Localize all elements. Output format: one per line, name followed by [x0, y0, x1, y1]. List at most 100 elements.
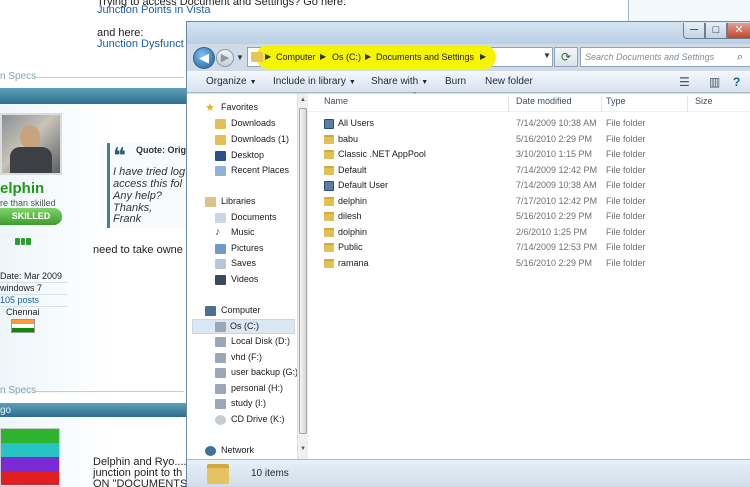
file-row[interactable]: Classic .NET AppPool 3/10/2010 1:15 PM F… [308, 148, 750, 163]
nav-label: Computer [221, 305, 261, 315]
system-specs-link[interactable]: n Specs [0, 385, 36, 396]
help-icon[interactable]: ? [733, 75, 740, 89]
scroll-up-icon[interactable]: ▲ [300, 97, 306, 103]
search-input[interactable]: Search Documents and Settings ⌕ [580, 47, 750, 67]
folder-icon [207, 464, 229, 484]
nav-item-os-c[interactable]: Os (C:) [192, 319, 295, 334]
nav-label: Local Disk (D:) [231, 336, 291, 346]
minimize-button[interactable]: ─ [683, 23, 705, 39]
file-date: 5/16/2010 2:29 PM [516, 211, 593, 221]
drive-icon [215, 322, 226, 332]
organize-button[interactable]: Organize ▼ [206, 76, 257, 87]
recent-pages-dropdown[interactable]: ▼ [236, 53, 244, 62]
folder-icon [324, 197, 334, 206]
divider [34, 391, 184, 392]
column-header-date-modified[interactable]: Date modified [516, 96, 602, 112]
reply-text: need to take owne [93, 244, 183, 256]
file-date: 7/14/2009 10:38 AM [516, 118, 597, 128]
column-header-size[interactable]: Size [695, 96, 750, 112]
include-in-library-button[interactable]: Include in library ▼ [273, 76, 356, 87]
breadcrumb-separator-icon[interactable]: ▶ [320, 52, 326, 61]
breadcrumb-separator-icon[interactable]: ▶ [480, 52, 486, 61]
nav-label: vhd (F:) [231, 352, 263, 362]
post-header-bar [0, 403, 190, 417]
post-username[interactable]: elphin [0, 180, 44, 197]
file-name: ramana [338, 258, 369, 268]
burn-button[interactable]: Burn [445, 76, 466, 87]
file-name: babu [338, 134, 359, 144]
title-bar[interactable]: ─ □ ✕ [187, 22, 750, 44]
file-name: dilesh [338, 211, 362, 221]
new-folder-button[interactable]: New folder [485, 76, 533, 87]
forward-button[interactable]: ▶ [216, 49, 234, 67]
system-specs-link[interactable]: n Specs [0, 71, 36, 82]
breadcrumb-computer[interactable]: Computer [276, 52, 316, 62]
user-title: re than skilled [0, 198, 56, 208]
address-dropdown-icon[interactable]: ▼ [543, 51, 551, 60]
folder-icon [251, 52, 263, 62]
nav-label: Videos [231, 274, 259, 284]
maximize-button[interactable]: □ [705, 23, 727, 39]
search-icon[interactable]: ⌕ [737, 51, 743, 64]
column-header-name[interactable]: Name [324, 96, 509, 112]
folder-icon [215, 119, 226, 129]
folder-icon [324, 166, 334, 175]
nav-label: personal (H:) [231, 383, 284, 393]
breadcrumb-documents-and-settings[interactable]: Documents and Settings [376, 52, 474, 62]
junction-dysfunction-link[interactable]: Junction Dysfunct [97, 38, 184, 50]
navigation-pane: ★ Favorites Downloads Downloads (1) Desk… [187, 94, 298, 459]
chevron-down-icon: ▼ [348, 79, 356, 86]
back-button[interactable]: ◀ [193, 47, 215, 69]
share-with-button[interactable]: Share with ▼ [371, 76, 428, 87]
folder-icon [324, 150, 334, 159]
file-type: File folder [606, 196, 646, 206]
file-row[interactable]: Default User 7/14/2009 10:38 AM File fol… [308, 179, 750, 194]
nav-label: Music [231, 227, 255, 237]
post-count-link[interactable]: 105 posts [0, 295, 68, 307]
avatar[interactable] [0, 428, 60, 487]
nav-label: Saves [231, 258, 257, 268]
navigation-scrollbar[interactable]: ▲ ▼ [297, 94, 308, 459]
view-options-icon[interactable]: ☰ [679, 75, 690, 89]
file-type: File folder [606, 134, 646, 144]
file-row[interactable]: All Users 7/14/2009 10:38 AM File folder [308, 117, 750, 132]
organize-label: Organize [206, 76, 247, 87]
scroll-down-icon[interactable]: ▼ [300, 446, 306, 452]
junction-points-link[interactable]: Junction Points in Vista [97, 4, 211, 16]
file-row[interactable]: babu 5/16/2010 2:29 PM File folder [308, 133, 750, 148]
videos-icon [215, 275, 226, 285]
nav-label: Documents [231, 212, 277, 222]
breadcrumb-separator-icon[interactable]: ▶ [365, 52, 371, 61]
file-row[interactable]: dolphin 2/6/2010 1:25 PM File folder [308, 226, 750, 241]
column-header-row: ⌃ Name Date modified Type Size [308, 92, 750, 112]
file-type: File folder [606, 165, 646, 175]
address-bar[interactable]: ▶ Computer ▶ Os (C:) ▶ Documents and Set… [247, 45, 553, 69]
avatar[interactable] [0, 113, 62, 175]
file-date: 7/14/2009 12:53 PM [516, 242, 598, 252]
shortcut-folder-icon [324, 119, 334, 129]
include-label: Include in library [273, 76, 346, 87]
file-type: File folder [606, 242, 646, 252]
scrollbar-thumb[interactable] [299, 108, 307, 434]
file-type: File folder [606, 227, 646, 237]
file-row[interactable]: Public 7/14/2009 12:53 PM File folder [308, 241, 750, 256]
nav-label: study (I:) [231, 398, 267, 408]
breadcrumb-separator-icon[interactable]: ▶ [265, 52, 271, 61]
command-bar: Organize ▼ Include in library ▼ Share with… [187, 71, 750, 93]
nav-label: Network [221, 445, 255, 455]
drive-icon [215, 353, 226, 363]
close-button[interactable]: ✕ [727, 23, 750, 39]
file-row[interactable]: Default 7/14/2009 12:42 PM File folder [308, 164, 750, 179]
file-row[interactable]: dilesh 5/16/2010 2:29 PM File folder [308, 210, 750, 225]
preview-pane-icon[interactable]: ▥ [709, 75, 720, 89]
refresh-button[interactable]: ⟳ [554, 47, 578, 67]
nav-label: Desktop [231, 150, 265, 160]
file-row[interactable]: ramana 5/16/2010 2:29 PM File folder [308, 257, 750, 272]
file-row[interactable]: delphin 7/17/2010 12:42 PM File folder [308, 195, 750, 210]
file-date: 2/6/2010 1:25 PM [516, 227, 588, 237]
breadcrumb-os-c[interactable]: Os (C:) [332, 52, 361, 62]
nav-label: Favorites [221, 102, 259, 112]
folder-icon [324, 259, 334, 268]
file-type: File folder [606, 258, 646, 268]
column-header-type[interactable]: Type [606, 96, 688, 112]
